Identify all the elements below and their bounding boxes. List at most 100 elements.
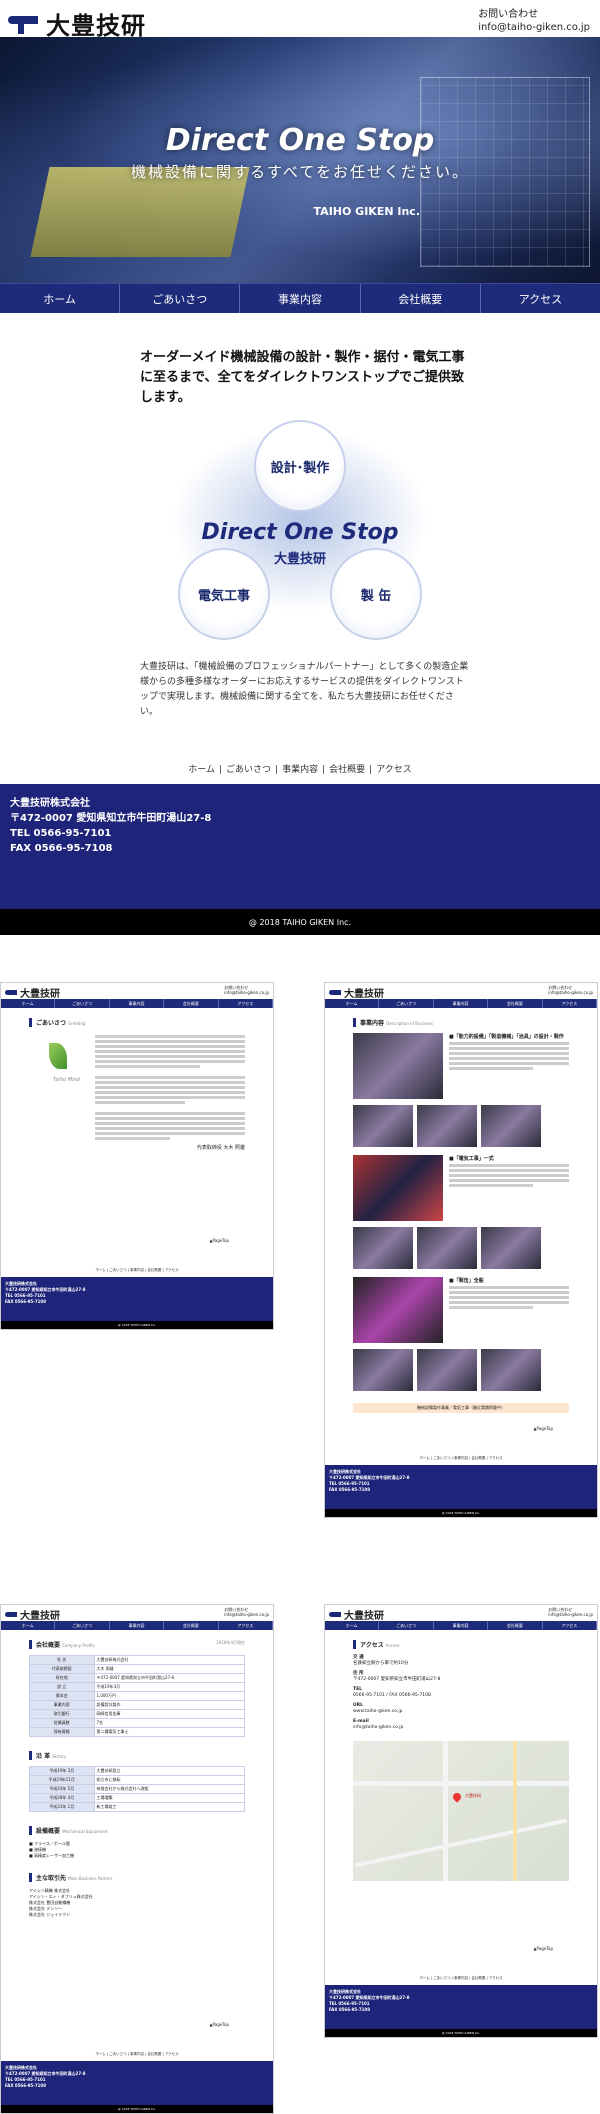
pagetop-link[interactable]: ▲PageTop xyxy=(209,1238,229,1243)
thumb-copyright: @ 2018 TAIHO GIKEN Inc. xyxy=(325,2029,597,2037)
nav-company[interactable]: 会社概要 xyxy=(361,284,481,313)
leaf-icon xyxy=(49,1043,67,1069)
thumb-fnav-business: 事業内容 xyxy=(454,1976,469,1980)
pagetop-link[interactable]: ▲PageTop xyxy=(533,1946,553,1951)
thumb-contact-email: info@taiho-giken.co.jp xyxy=(548,1612,593,1617)
nav-business[interactable]: 事業内容 xyxy=(240,284,361,313)
nav-access[interactable]: アクセス xyxy=(481,284,600,313)
diagram-title: Direct One Stop xyxy=(201,520,399,545)
greeting-title: ごあいさつ xyxy=(36,1020,67,1027)
table-key: 平成24年 5月 xyxy=(29,1784,95,1794)
table-value: 有限会社から株式会社へ改組 xyxy=(93,1784,245,1794)
thumb-logo-text: 大豊技研 xyxy=(344,989,384,1000)
table-row: 代表取締役 大木 照雄 xyxy=(29,1664,245,1674)
business-image xyxy=(417,1227,477,1269)
footer-nav-home[interactable]: ホーム xyxy=(184,765,219,775)
thumb-nav-company: 会社概要 xyxy=(488,999,543,1008)
pagetop-link[interactable]: ▲PageTop xyxy=(533,1426,553,1431)
thumb-header: 大豊技研 お問い合わせ info@taiho-giken.co.jp xyxy=(325,983,597,1000)
business-banner[interactable]: 機械設備製作事業／電気工事（最近実績掲載中） xyxy=(353,1403,569,1413)
logo-mark-icon xyxy=(329,1612,341,1617)
access-value[interactable]: www.taiho-giken.co.jp xyxy=(353,1709,569,1715)
company-section: 会社概要 Company Profile 2018年4月現在 社 名大豊技研株式… xyxy=(29,1640,245,1918)
thumb-fnav-home: ホーム xyxy=(419,1976,430,1980)
thumb-nav-access: アクセス xyxy=(543,999,597,1008)
nav-home[interactable]: ホーム xyxy=(0,284,121,313)
thumb-fnav-greeting: ごあいさつ xyxy=(109,1268,127,1272)
access-en: Access xyxy=(385,1643,400,1648)
thumb-contact: お問い合わせ info@taiho-giken.co.jp xyxy=(224,1607,269,1617)
company-table: 社 名大豊技研株式会社 代表取締役 大木 照雄 所在地 〒472-0007 愛知県知… xyxy=(29,1655,245,1737)
table-value: 7名 xyxy=(93,1718,245,1728)
thumb-fnav-company: 会社概要 xyxy=(471,1456,486,1460)
access-value[interactable]: info@taiho-giken.co.jp xyxy=(353,1725,569,1731)
partner-heading: 主な取引先 Main Business Partner xyxy=(29,1873,245,1882)
thumb-contact-email: info@taiho-giken.co.jp xyxy=(548,990,593,995)
thumb-fnav-access: アクセス xyxy=(164,2052,179,2056)
business-heading: 事業内容 Description of Business xyxy=(353,1018,569,1027)
contact-email[interactable]: info@taiho-giken.co.jp xyxy=(478,21,590,34)
thumb-access-page[interactable]: 大豊技研 お問い合わせ info@taiho-giken.co.jp ホーム ごあい… xyxy=(324,1604,598,2038)
thumb-fnav-home: ホーム xyxy=(95,2052,106,2056)
thumb-nav-greeting: ごあいさつ xyxy=(55,999,110,1008)
access-map[interactable]: 大豊技研 xyxy=(353,1741,569,1881)
equipment-en: Mechanical Equipment xyxy=(62,1829,108,1834)
logo-mark-icon xyxy=(5,1612,17,1617)
logo-text: 大豊技研 xyxy=(46,11,146,40)
thumb-nav-home: ホーム xyxy=(1,1621,56,1630)
hero-company: TAIHO GIKEN Inc. xyxy=(313,205,420,218)
footer-nav-access[interactable]: アクセス xyxy=(372,765,416,775)
business-image xyxy=(353,1033,443,1099)
table-value: 岡崎信用金庫 xyxy=(93,1709,245,1719)
thumb-contact: お問い合わせ info@taiho-giken.co.jp xyxy=(548,1607,593,1617)
thumb-nav-business: 事業内容 xyxy=(110,999,165,1008)
history-title: 沿 革 xyxy=(36,1753,51,1760)
header-contact: お問い合わせ info@taiho-giken.co.jp xyxy=(478,8,590,34)
thumb-company-page[interactable]: 大豊技研 お問い合わせ info@taiho-giken.co.jp ホーム ごあい… xyxy=(0,1604,274,2114)
thumb-footer-fax: FAX 0566-95-7108 xyxy=(329,1487,370,1492)
thumb-nav-greeting: ごあいさつ xyxy=(379,1621,434,1630)
footer-company: 大豊技研株式会社 xyxy=(10,798,90,809)
thumb-fnav-business: 事業内容 xyxy=(130,1268,145,1272)
business-image xyxy=(353,1349,413,1391)
logo[interactable]: 大豊技研 xyxy=(8,6,146,41)
thumb-footer-box: 大豊技研株式会社 〒472-0007 愛知県知立市牛田町湯山27-8 TEL 056… xyxy=(1,2061,273,2105)
company-date: 2018年4月現在 xyxy=(216,1640,245,1645)
global-nav: ホーム ごあいさつ 事業内容 会社概要 アクセス xyxy=(0,283,600,313)
table-key: 代表取締役 xyxy=(29,1664,95,1674)
nav-greeting[interactable]: ごあいさつ xyxy=(120,284,241,313)
table-key: 平成31年 1月 xyxy=(29,1802,95,1812)
thumb-logo-text: 大豊技研 xyxy=(20,989,60,1000)
thumb-footer-fax: FAX 0566-95-7108 xyxy=(329,2007,370,2012)
hero-banner: Direct One Stop 機械設備に関するすべてをお任せください。 TAI… xyxy=(0,37,600,283)
thumb-contact-email: info@taiho-giken.co.jp xyxy=(224,1612,269,1617)
footer-fax: FAX 0566-95-7108 xyxy=(10,843,113,854)
table-key: 資本金 xyxy=(29,1691,95,1701)
thumb-fnav-access: アクセス xyxy=(488,1456,503,1460)
logo-mark-icon xyxy=(5,990,17,995)
table-value: 第二種電気工事士 xyxy=(93,1727,245,1737)
business-image xyxy=(481,1105,541,1147)
greeting-en: Greeting xyxy=(68,1021,86,1026)
table-value: 大豊技研設立 xyxy=(93,1766,245,1776)
thumb-nav: ホーム ごあいさつ 事業内容 会社概要 アクセス xyxy=(1,1621,273,1630)
business-image xyxy=(417,1349,477,1391)
thumb-footer-fax: FAX 0566-95-7108 xyxy=(5,1299,46,1304)
access-title: アクセス xyxy=(360,1642,384,1649)
thumb-fnav-company: 会社概要 xyxy=(147,1268,162,1272)
table-key: 事業内容 xyxy=(29,1700,95,1710)
table-row: 平成19年11月 知立市に移転 xyxy=(29,1775,245,1785)
thumb-footer-fax: FAX 0566-95-7108 xyxy=(5,2083,46,2088)
footer-nav-company[interactable]: 会社概要 xyxy=(325,765,369,775)
greeting-section: ごあいさつ Greeting Taiho Mind 代表取締役 大木 照雄 xyxy=(29,1018,245,1151)
thumb-footer-box: 大豊技研株式会社 〒472-0007 愛知県知立市牛田町湯山27-8 TEL 056… xyxy=(325,1465,597,1509)
table-key: 所在地 xyxy=(29,1673,95,1683)
business-image xyxy=(481,1349,541,1391)
footer-nav-greeting[interactable]: ごあいさつ xyxy=(222,765,275,775)
thumb-business-page[interactable]: 大豊技研 お問い合わせ info@taiho-giken.co.jp ホーム ごあい… xyxy=(324,982,598,1518)
pagetop-link[interactable]: ▲PageTop xyxy=(209,2022,229,2027)
thumb-nav-home: ホーム xyxy=(325,1621,380,1630)
thumb-footer: ホーム | ごあいさつ | 事業内容 | 会社概要 | アクセス 大豊技研株式会… xyxy=(325,1456,597,1517)
footer-nav-business[interactable]: 事業内容 xyxy=(278,765,322,775)
thumb-greeting-page[interactable]: 大豊技研 お問い合わせ info@taiho-giken.co.jp ホーム ごあい… xyxy=(0,982,274,1330)
